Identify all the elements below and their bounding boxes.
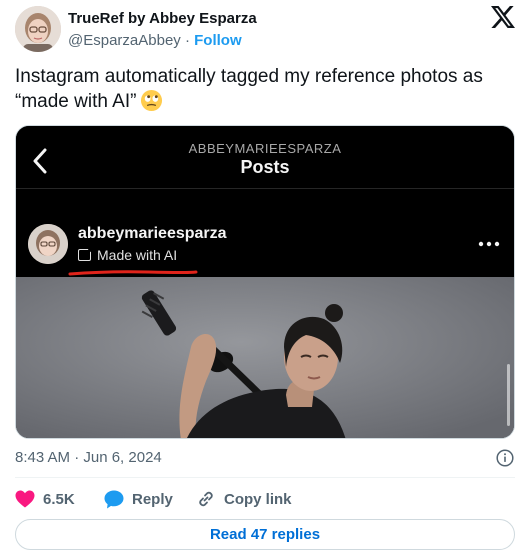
heart-icon [15, 490, 35, 508]
like-button[interactable]: 6.5K [15, 488, 75, 510]
instagram-page-title: Posts [240, 157, 290, 177]
tweet-timestamp[interactable]: 8:43 AM · Jun 6, 2024 [15, 449, 162, 466]
instagram-username: abbeymarieesparza [78, 225, 227, 242]
tweet-media-image[interactable]: ABBEYMARIEESPARZA Posts abbeymarieesparz… [15, 125, 515, 439]
ai-info-square-icon [78, 246, 94, 261]
author-avatar[interactable] [15, 6, 61, 52]
tweet-body: Instagram automatically tagged my refere… [15, 66, 483, 112]
copy-link-button[interactable]: Copy link [196, 488, 292, 510]
more-options-icon [478, 241, 500, 247]
follow-button[interactable]: Follow [194, 32, 242, 49]
tweet-action-bar: 6.5K Reply Copy link [15, 488, 515, 510]
copy-link-label: Copy link [224, 490, 292, 508]
info-icon[interactable] [496, 449, 514, 467]
link-icon [199, 491, 213, 507]
reply-label: Reply [132, 490, 173, 508]
instagram-post-header: abbeymarieesparza Made with AI [16, 189, 514, 277]
media-scrollbar-thumb [507, 364, 510, 426]
made-with-ai-label: Made with AI [78, 246, 178, 263]
like-count: 6.5K [43, 490, 75, 508]
author-handle-line: @EsparzaAbbey · Follow [68, 32, 242, 49]
made-with-ai-text: Made with AI [97, 247, 178, 263]
reply-bubble-icon [104, 490, 124, 508]
tweet-text: Instagram automatically tagged my refere… [15, 64, 515, 114]
instagram-top-bar: ABBEYMARIEESPARZA Posts [16, 126, 514, 186]
divider [15, 477, 515, 478]
x-logo-icon[interactable] [491, 6, 515, 28]
instagram-avatar [28, 224, 68, 264]
read-replies-button[interactable]: Read 47 replies [15, 519, 515, 550]
instagram-account-header: ABBEYMARIEESPARZA [188, 141, 342, 156]
separator-dot: · [184, 32, 190, 49]
author-display-name[interactable]: TrueRef by Abbey Esparza [68, 10, 257, 27]
tweet-header: TrueRef by Abbey Esparza @EsparzaAbbey ·… [15, 6, 515, 54]
face-with-rolling-eyes-emoji-icon [141, 89, 163, 112]
reply-button[interactable]: Reply [104, 488, 173, 510]
author-handle[interactable]: @EsparzaAbbey [68, 32, 181, 49]
instagram-reference-photo [16, 277, 514, 438]
